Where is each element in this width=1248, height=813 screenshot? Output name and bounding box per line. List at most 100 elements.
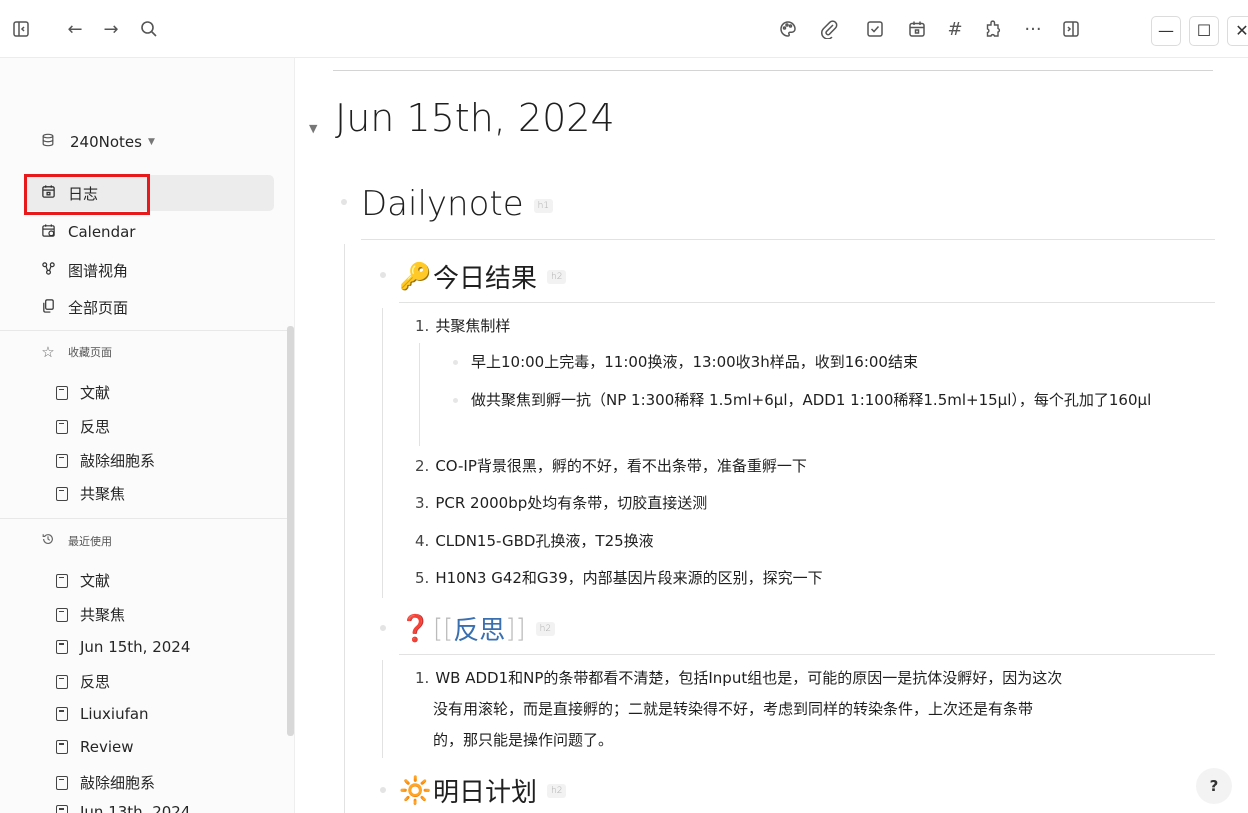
recent-title: 最近使用 bbox=[68, 535, 112, 548]
list-subitem[interactable]: 早上10:00上完毒，11:00换液，13:00收3h样品，收到16:00结束 bbox=[471, 347, 1216, 377]
list-number: 4. bbox=[415, 532, 430, 550]
chevron-down-icon: ▼ bbox=[147, 137, 155, 147]
favorite-item[interactable]: 反思 bbox=[56, 416, 110, 437]
sidebar-item-all-pages[interactable]: 全部页面 bbox=[24, 289, 274, 325]
more-icon[interactable]: ··· bbox=[1022, 19, 1044, 41]
hashtag-icon[interactable]: # bbox=[944, 19, 966, 41]
main-content: ▼ Jun 15th, 2024 Dailynote h1 🔑 今日结果 h2 1… bbox=[295, 58, 1248, 813]
minimize-button[interactable]: — bbox=[1151, 16, 1181, 46]
recent-item[interactable]: 文献 bbox=[56, 570, 110, 591]
heading-results[interactable]: 🔑 今日结果 h2 bbox=[399, 258, 567, 295]
recent-label: Review bbox=[80, 738, 134, 756]
favorite-item[interactable]: 文献 bbox=[56, 382, 110, 403]
recent-item[interactable]: Review bbox=[56, 738, 134, 756]
list-item[interactable]: 4. CLDN15-GBD孔换液，T25换液 bbox=[415, 527, 654, 555]
heading-dailynote[interactable]: Dailynote h1 bbox=[361, 184, 554, 224]
list-number: 5. bbox=[415, 569, 430, 587]
page-icon bbox=[56, 486, 68, 501]
sidebar-toggle-icon[interactable] bbox=[10, 19, 32, 41]
recent-header[interactable]: 最近使用 bbox=[38, 532, 112, 550]
divider bbox=[0, 330, 287, 331]
back-arrow-icon[interactable]: ← bbox=[64, 19, 86, 41]
recent-item[interactable]: 共聚焦 bbox=[56, 604, 125, 625]
indent-guide bbox=[382, 308, 383, 598]
checkbox-icon[interactable] bbox=[864, 19, 886, 41]
favorite-label: 共聚焦 bbox=[80, 485, 126, 503]
page-link[interactable]: 反思 bbox=[453, 610, 505, 647]
plugin-icon[interactable] bbox=[982, 19, 1004, 41]
heading-text: Dailynote bbox=[361, 184, 524, 224]
search-icon[interactable] bbox=[138, 19, 160, 41]
database-icon bbox=[38, 133, 58, 151]
page-icon bbox=[56, 674, 68, 689]
heading-text: 明日计划 bbox=[433, 778, 538, 808]
favorites-header[interactable]: ☆ 收藏页面 bbox=[38, 343, 112, 361]
recent-item[interactable]: Jun 15th, 2024 bbox=[56, 638, 190, 656]
list-item[interactable]: 1. WB ADD1和NP的条带都看不清楚，包括Input组也是，可能的原因一是抗… bbox=[415, 664, 1215, 754]
page-icon bbox=[56, 419, 68, 434]
favorite-item[interactable]: 敲除细胞系 bbox=[56, 450, 155, 471]
block-bullet[interactable] bbox=[341, 199, 347, 205]
maximize-button[interactable]: ☐ bbox=[1189, 16, 1219, 46]
sidebar-scrollbar[interactable] bbox=[287, 326, 294, 736]
block-bullet[interactable] bbox=[453, 398, 458, 403]
help-button[interactable]: ? bbox=[1196, 768, 1232, 804]
palette-icon[interactable] bbox=[777, 19, 799, 41]
graph-selector[interactable]: 240Notes ▼ bbox=[38, 133, 155, 151]
heading-reflection[interactable]: ❓ [[ 反思 ]] h2 bbox=[399, 610, 556, 647]
list-number: 1. bbox=[415, 317, 430, 335]
sidebar-item-label: 日志 bbox=[68, 184, 99, 203]
list-number: 2. bbox=[415, 457, 430, 475]
right-sidebar-icon[interactable] bbox=[1060, 19, 1082, 41]
heading-plan[interactable]: 🔆 明日计划 h2 bbox=[399, 772, 567, 809]
question-emoji-icon: ❓ bbox=[399, 613, 432, 644]
block-bullet[interactable] bbox=[380, 272, 386, 278]
list-item[interactable]: 5. H10N3 G42和G39，内部基因片段来源的区别，探究一下 bbox=[415, 564, 823, 592]
page-icon bbox=[56, 740, 68, 754]
page-title[interactable]: Jun 15th, 2024 bbox=[335, 96, 615, 140]
recent-label: 文献 bbox=[80, 572, 111, 590]
favorite-item[interactable]: 共聚焦 bbox=[56, 483, 125, 504]
heading-rule bbox=[399, 302, 1215, 303]
page-icon bbox=[56, 385, 68, 400]
calendar-icon[interactable] bbox=[906, 19, 928, 41]
page-icon bbox=[56, 573, 68, 588]
list-text: 没有用滚轮，而是直接孵的；二就是转染得不好，考虑到同样的转染条件，上次还是有条带 bbox=[433, 700, 1034, 718]
heading-level-badge: h1 bbox=[533, 198, 554, 213]
favorite-label: 文献 bbox=[80, 384, 111, 402]
list-number: 3. bbox=[415, 494, 430, 512]
sidebar-item-calendar[interactable]: Calendar bbox=[24, 214, 274, 250]
heading-text: 今日结果 bbox=[433, 264, 538, 294]
recent-label: 共聚焦 bbox=[80, 606, 126, 624]
recent-item[interactable]: 敲除细胞系 bbox=[56, 772, 155, 793]
block-bullet[interactable] bbox=[380, 787, 386, 793]
sidebar-item-graph-view[interactable]: 图谱视角 bbox=[24, 252, 274, 288]
list-text: 的，那只能是操作问题了。 bbox=[433, 731, 614, 749]
recent-item[interactable]: Jun 13th, 2024 bbox=[56, 803, 190, 813]
block-bullet[interactable] bbox=[453, 360, 458, 365]
recent-item[interactable]: Liuxiufan bbox=[56, 705, 149, 723]
sidebar-item-label: 全部页面 bbox=[68, 298, 129, 317]
sidebar-item-journals[interactable]: 日志 bbox=[24, 175, 274, 211]
block-bullet[interactable] bbox=[380, 625, 386, 631]
forward-arrow-icon[interactable]: → bbox=[100, 19, 122, 41]
attachment-icon[interactable] bbox=[818, 19, 840, 41]
list-item[interactable]: 3. PCR 2000bp处均有条带，切胶直接送测 bbox=[415, 489, 707, 517]
graph-view-icon bbox=[38, 261, 58, 280]
recent-label: Jun 15th, 2024 bbox=[80, 638, 191, 656]
list-item[interactable]: 1. 共聚焦制样 bbox=[415, 312, 510, 340]
left-sidebar: 240Notes ▼ 日志 Calendar 图谱视角 全部页面 ☆ 收藏页面 … bbox=[0, 58, 295, 813]
recent-item[interactable]: 反思 bbox=[56, 671, 110, 692]
history-icon bbox=[38, 532, 58, 550]
collapse-caret-icon[interactable]: ▼ bbox=[309, 122, 317, 135]
top-toolbar: ← → # ··· — ☐ ✕ bbox=[0, 0, 1248, 58]
indent-guide bbox=[419, 343, 420, 446]
heading-level-badge: h2 bbox=[535, 621, 556, 636]
heading-level-badge: h2 bbox=[547, 269, 567, 284]
close-button[interactable]: ✕ bbox=[1227, 16, 1248, 46]
list-item[interactable]: 2. CO-IP背景很黑，孵的不好，看不出条带，准备重孵一下 bbox=[415, 452, 807, 480]
page-icon bbox=[56, 775, 68, 790]
key-emoji-icon: 🔑 bbox=[399, 261, 432, 292]
list-subitem[interactable]: 做共聚焦到孵一抗（NP 1:300稀释 1.5ml+6μl，ADD1 1:100… bbox=[471, 385, 1216, 415]
sun-emoji-icon: 🔆 bbox=[399, 775, 432, 806]
